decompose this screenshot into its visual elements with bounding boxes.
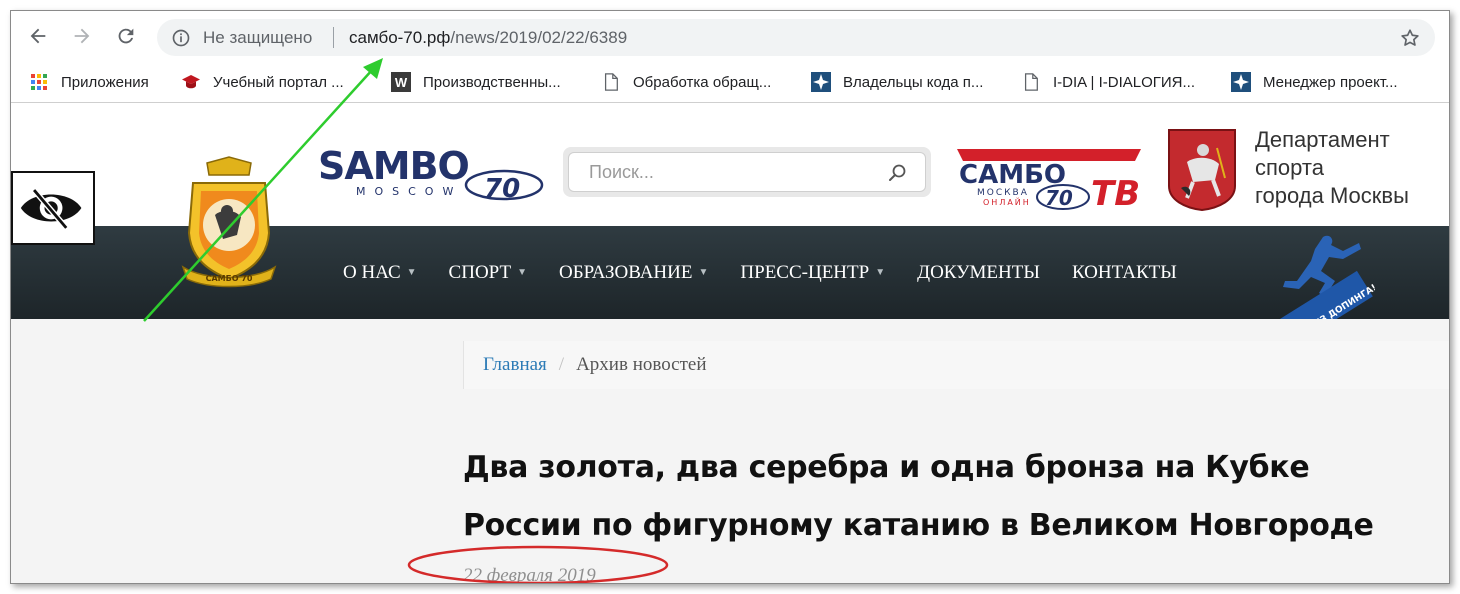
breadcrumb-separator: / [558,354,565,375]
chevron-down-icon: ▼ [875,267,886,278]
dept-line: Департамент [1255,127,1390,152]
omnibox-separator [333,27,334,48]
sambo-logo-sub: MOSCOW [356,185,462,198]
breadcrumb-current: Архив новостей [576,354,707,375]
search-input[interactable] [568,152,926,192]
arrow-right-icon [74,28,90,44]
article-date: 22 февраля 2019 [463,565,596,584]
nav-item-sport[interactable]: СПОРТ ▼ [449,262,527,284]
sambo-70-logo[interactable]: SAMBO MOSCOW 70 [316,141,546,201]
graduation-cap-icon [181,72,201,92]
bookmark-star-icon[interactable] [1399,27,1421,49]
back-button[interactable] [25,23,51,49]
apps-grid-icon [29,72,49,92]
nav-label: СПОРТ [448,261,512,283]
bookmark-label: Производственны... [423,73,561,91]
breadcrumb: Главная / Архив новостей [463,341,1449,389]
url-text[interactable]: самбо-70.рф/news/2019/02/22/6389 [349,28,627,48]
nav-item-about[interactable]: О НАС ▼ [343,262,417,284]
nav-item-contacts[interactable]: КОНТАКТЫ [1072,262,1177,284]
forward-button[interactable] [69,23,95,49]
bookmark-label: Менеджер проект... [1263,73,1398,91]
nav-item-education[interactable]: ОБРАЗОВАНИЕ ▼ [559,262,708,284]
url-path: /news/2019/02/22/6389 [450,28,628,47]
bookmark-label: Учебный портал ... [213,73,344,91]
main-menu: О НАС ▼ СПОРТ ▼ ОБРАЗОВАНИЕ ▼ ПРЕСС-ЦЕНТР ▼ … [343,226,1209,319]
chevron-down-icon: ▼ [517,267,527,278]
sports-department-label[interactable]: Департамент спорта города Москвы [1255,126,1409,210]
dept-line: города Москвы [1255,183,1409,208]
nav-label: ПРЕСС-ЦЕНТР [740,261,870,283]
bookmark-project-manager[interactable]: Менеджер проект... [1231,72,1398,92]
accessibility-button[interactable] [11,171,95,245]
browser-toolbar: Не защищено самбо-70.рф/news/2019/02/22/… [11,11,1449,63]
bookmark-label: Приложения [61,73,149,91]
search-box [563,147,931,197]
sambo-logo-num: 70 [484,174,520,201]
club-emblem-logo[interactable]: САМБО 70 [179,155,279,293]
bookmark-label: Обработка обращ... [633,73,772,91]
bookmark-requests[interactable]: Обработка обращ... [601,72,771,92]
nav-label: ДОКУМЕНТЫ [917,261,1040,283]
screenshot-frame: Не защищено самбо-70.рф/news/2019/02/22/… [10,10,1450,584]
bookmark-i-dia[interactable]: I-DIA | I-DIALОГИЯ... [1021,72,1195,92]
jira-icon [811,72,831,92]
nav-label: ОБРАЗОВАНИЕ [558,261,693,283]
content-area: Главная / Архив новостей Два золота, два… [11,319,1449,584]
bookmark-apps[interactable]: Приложения [29,72,149,92]
tv-logo-sub2: ОНЛАЙН [983,196,1031,207]
breadcrumb-home-link[interactable]: Главная [483,354,547,376]
info-icon[interactable] [171,28,191,48]
nav-label: КОНТАКТЫ [1071,261,1177,283]
tv-logo-tv: ТВ [1091,174,1140,211]
bookmark-production[interactable]: W Производственны... [391,72,561,92]
url-host: самбо-70.рф [349,28,451,47]
bookmark-label: I-DIA | I-DIALОГИЯ... [1053,73,1195,91]
nav-item-documents[interactable]: ДОКУМЕНТЫ [917,262,1040,284]
sambo-logo-text: SAMBO [318,144,469,188]
article-title: Два золота, два серебра и одна бронза на… [463,450,1374,543]
address-bar[interactable]: Не защищено самбо-70.рф/news/2019/02/22/… [157,19,1435,56]
chevron-down-icon: ▼ [698,267,709,278]
w-logo-icon: W [391,72,411,92]
chevron-down-icon: ▼ [406,267,417,278]
eye-crossed-icon [20,188,82,230]
arrow-left-icon [30,28,46,44]
moscow-crest-logo[interactable] [1167,128,1237,212]
reload-button[interactable] [113,23,139,49]
tv-logo-sub1: МОСКВА [977,188,1029,198]
dept-line: спорта [1255,155,1324,180]
bookmark-study-portal[interactable]: Учебный портал ... [181,72,344,92]
bookmarks-bar: Приложения Учебный портал ... W Производ… [11,63,1449,103]
security-label: Не защищено [203,28,313,47]
search-icon[interactable] [887,163,907,183]
svg-text:W: W [395,75,408,90]
tv-logo-num: 70 [1045,186,1073,210]
jira-icon [1231,72,1251,92]
nav-label: О НАС [343,261,401,283]
page-icon [601,72,621,92]
emblem-text: САМБО 70 [206,274,253,283]
sambo-70-tv-logo[interactable]: САМБО МОСКВА ОНЛАЙН 70 ТВ [953,139,1145,211]
bookmark-code-owners[interactable]: Владельцы кода п... [811,72,983,92]
reload-icon [118,28,134,44]
nav-item-press-center[interactable]: ПРЕСС-ЦЕНТР ▼ [740,262,885,284]
page-icon [1021,72,1041,92]
bookmark-label: Владельцы кода п... [843,73,984,91]
